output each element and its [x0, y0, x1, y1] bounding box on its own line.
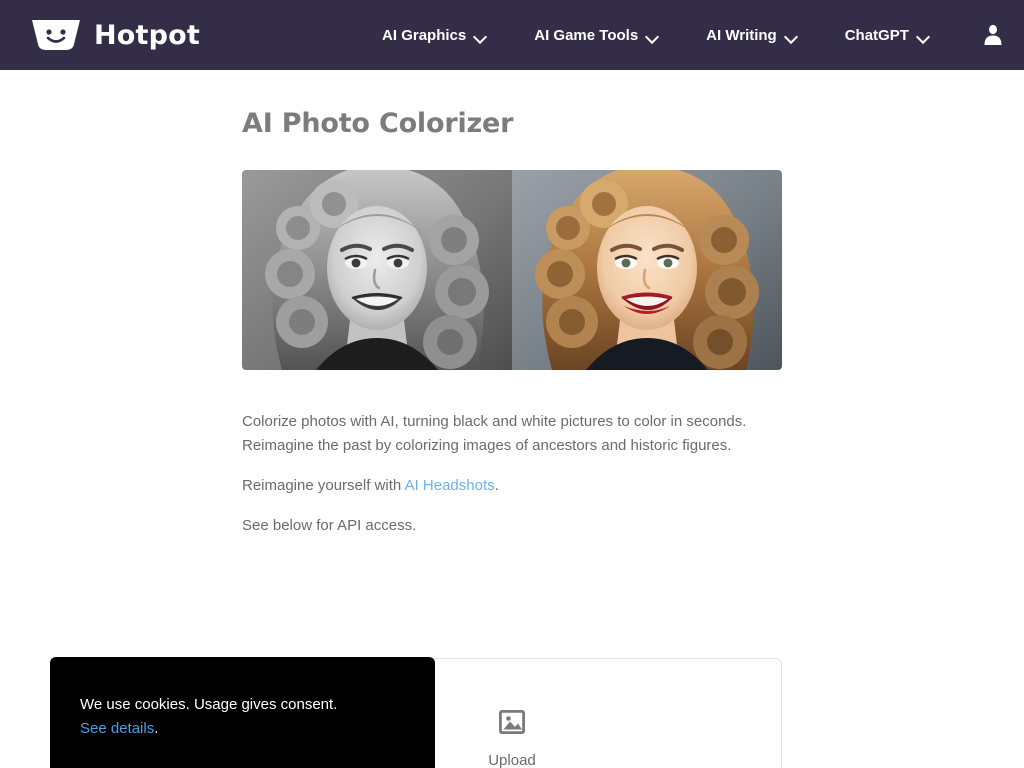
cookie-message-text: We use cookies. Usage gives consent. [80, 696, 338, 713]
nav-item-ai-graphics[interactable]: AI Graphics [358, 27, 510, 44]
nav-item-ai-game-tools[interactable]: AI Game Tools [510, 27, 682, 44]
image-placeholder-icon [499, 709, 525, 734]
brand-logo-link[interactable]: Hotpot [30, 18, 200, 52]
brand-name: Hotpot [94, 19, 201, 51]
cookie-details-period: . [154, 720, 159, 737]
cookie-consent-banner: We use cookies. Usage gives consent. See… [50, 657, 435, 768]
cookie-message: We use cookies. Usage gives consent. See… [80, 693, 405, 741]
nav-item-label: AI Graphics [382, 26, 467, 44]
upload-label: Upload [488, 751, 536, 768]
main-navigation: AI Graphics AI Game Tools AI Writing Cha… [358, 27, 953, 44]
cookie-details-link[interactable]: See details [80, 720, 154, 737]
page-title: AI Photo Colorizer [242, 108, 514, 139]
site-header: Hotpot AI Graphics AI Game Tools AI Writ… [0, 0, 1024, 70]
chevron-down-icon [786, 32, 797, 39]
description-paragraph-2: Reimagine yourself with AI Headshots. [242, 474, 787, 498]
description-paragraph-3: See below for API access. [242, 517, 417, 534]
hero-before-after-image [242, 170, 782, 370]
description-prefix: Reimagine yourself with [242, 477, 405, 494]
ai-headshots-link[interactable]: AI Headshots [405, 477, 495, 494]
hotpot-smiley-pot-icon [32, 20, 80, 50]
description-paragraph-1: Colorize photos with AI, turning black a… [242, 413, 747, 454]
nav-item-label: AI Writing [706, 26, 777, 44]
description-suffix: . [494, 477, 499, 494]
user-account-icon[interactable] [983, 24, 1003, 46]
nav-item-ai-writing[interactable]: AI Writing [682, 27, 821, 44]
nav-item-label: ChatGPT [844, 26, 909, 44]
chevron-down-icon [918, 32, 929, 39]
hero-half-black-and-white [242, 170, 512, 370]
hero-half-colorized [512, 170, 782, 370]
nav-item-chatgpt[interactable]: ChatGPT [821, 27, 953, 44]
chevron-down-icon [647, 32, 658, 39]
chevron-down-icon [475, 32, 486, 39]
content-column: AI Photo Colorizer Colorize photos with … [242, 70, 782, 534]
header-icon-group [983, 24, 1024, 46]
description-block: Colorize photos with AI, turning black a… [242, 410, 787, 538]
nav-item-label: AI Game Tools [534, 26, 639, 44]
page-body: AI Photo Colorizer Colorize photos with … [0, 70, 1024, 768]
